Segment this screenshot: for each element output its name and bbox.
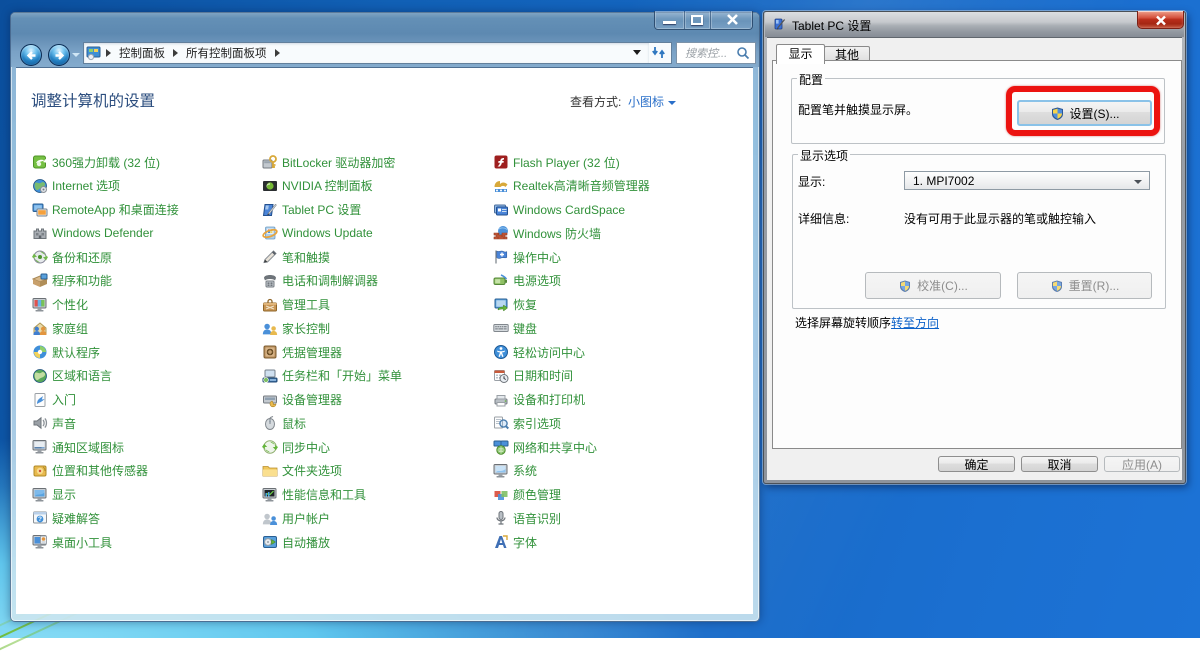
- svg-text:?: ?: [38, 517, 42, 524]
